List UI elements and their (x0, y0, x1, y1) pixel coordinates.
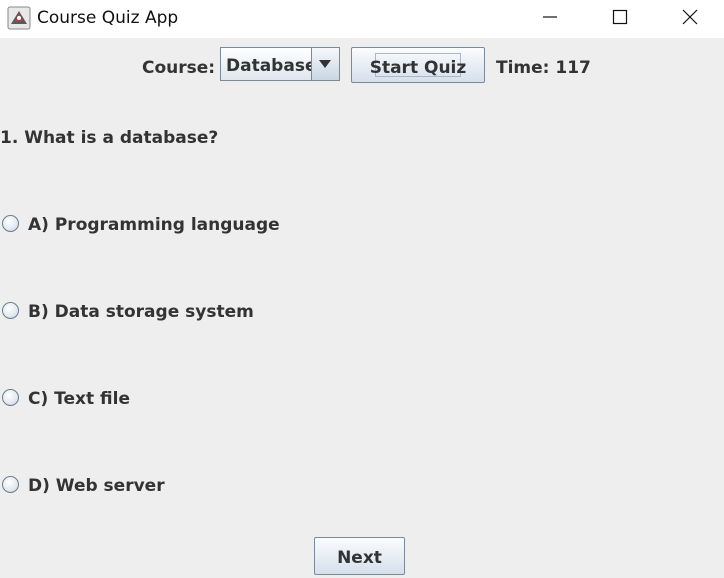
minimize-button[interactable] (515, 0, 585, 35)
option-label-c: C) Text file (28, 389, 130, 409)
start-quiz-label: Start Quiz (369, 58, 467, 78)
close-button[interactable] (655, 0, 724, 35)
radio-button-d[interactable] (2, 476, 19, 493)
option-label-a: A) Programming language (28, 215, 280, 235)
dropdown-arrow-button[interactable] (311, 48, 339, 80)
answer-option-d[interactable]: D) Web server (2, 474, 402, 498)
next-button[interactable]: Next (314, 537, 405, 575)
minimize-icon (543, 16, 557, 18)
window-title: Course Quiz App (37, 8, 179, 28)
java-app-icon (7, 6, 31, 30)
radio-button-c[interactable] (2, 389, 19, 406)
course-label: Course: (142, 58, 216, 78)
chevron-down-icon (319, 60, 331, 68)
question-text: 1. What is a database? (0, 128, 219, 148)
maximize-icon (612, 9, 628, 25)
next-button-label: Next (337, 548, 382, 568)
title-bar: Course Quiz App (0, 0, 724, 38)
maximize-button[interactable] (585, 0, 655, 35)
option-label-d: D) Web server (28, 476, 165, 496)
start-quiz-button[interactable]: Start Quiz (351, 47, 485, 83)
timer-display: Time: 117 (496, 58, 591, 78)
course-selected-value: Database (226, 56, 317, 76)
close-icon (682, 9, 698, 25)
option-label-b: B) Data storage system (28, 302, 254, 322)
course-dropdown[interactable]: Database (220, 47, 340, 81)
radio-button-a[interactable] (2, 215, 19, 232)
answer-option-a[interactable]: A) Programming language (2, 213, 402, 237)
answer-option-b[interactable]: B) Data storage system (2, 300, 402, 324)
radio-button-b[interactable] (2, 302, 19, 319)
answer-option-c[interactable]: C) Text file (2, 387, 402, 411)
